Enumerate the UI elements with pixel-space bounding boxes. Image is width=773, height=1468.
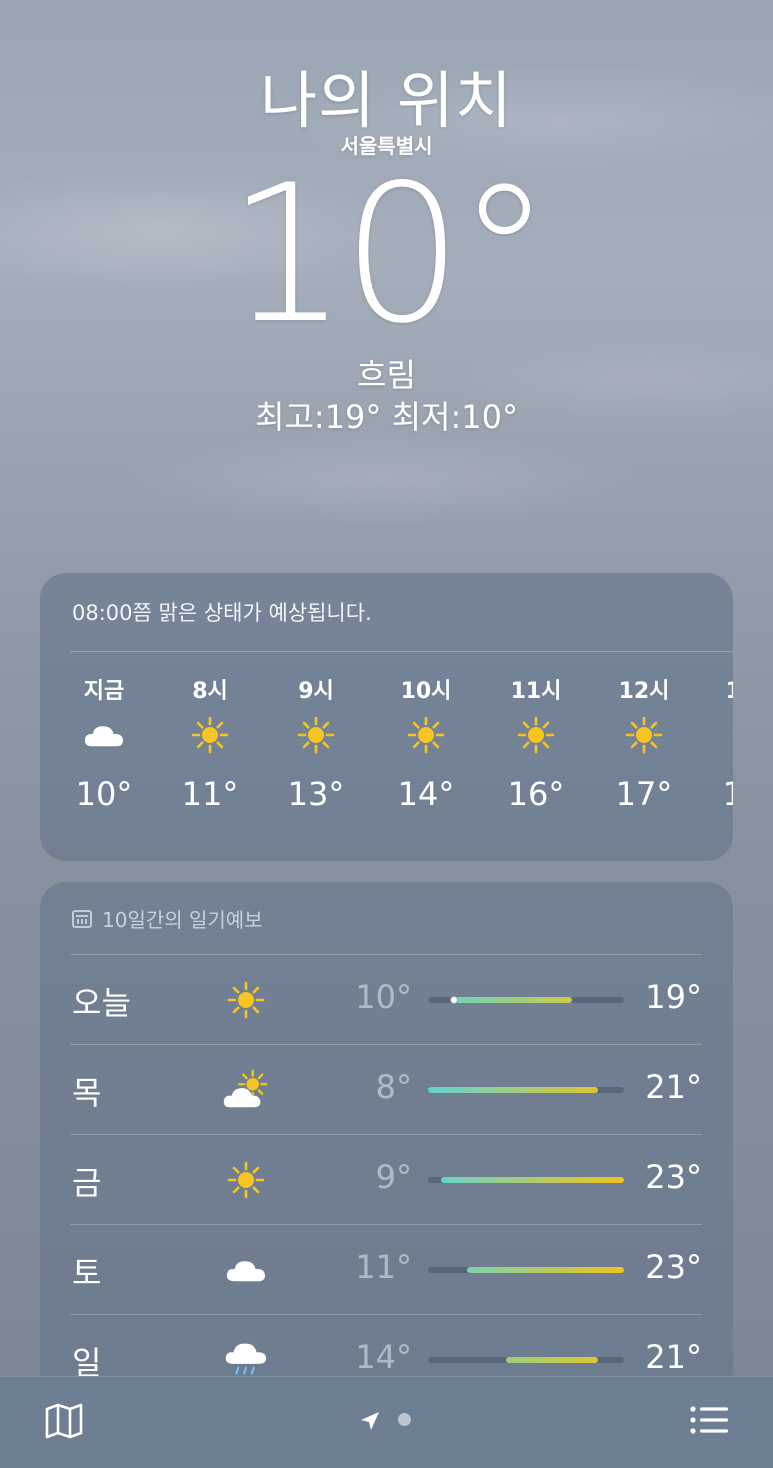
temp-range-fill: [441, 1177, 624, 1183]
ten-day-forecast-card[interactable]: 10일간의 일기예보 오늘10°19°목8°21°금9°23°토11°23°일5…: [40, 882, 733, 1422]
hourly-item: 9시 13°: [276, 673, 356, 813]
sun-icon: [276, 703, 356, 767]
sun-icon: [218, 972, 274, 1028]
hour-temperature: 13°: [287, 775, 345, 813]
hourly-item: 13시 18°: [711, 673, 733, 813]
day-low-temp: 14°: [355, 1338, 412, 1376]
map-icon[interactable]: [44, 1401, 84, 1445]
day-low-temp: 9°: [375, 1158, 412, 1196]
day-high-temp: 23°: [645, 1158, 702, 1196]
sun-icon: [386, 703, 466, 767]
cloud-icon: [64, 703, 144, 767]
hour-label: 11시: [510, 679, 562, 704]
day-name: 오늘: [72, 984, 131, 1022]
sun-icon: [496, 703, 576, 767]
sun-icon: [170, 703, 250, 767]
day-name: 토: [72, 1254, 102, 1292]
temp-range-bar: [428, 1177, 624, 1183]
cloud-icon: [218, 1242, 274, 1298]
page-indicator-dot[interactable]: [398, 1413, 411, 1426]
sun-icon: [218, 1152, 274, 1208]
day-low-temp: 10°: [355, 978, 412, 1016]
hour-label: 지금: [83, 679, 125, 704]
temp-range-bar: [428, 1267, 624, 1273]
hourly-list[interactable]: 지금 10° 8시 11° 9시 13° 10시 14° 11시 16° 12시 17° 13시 18°: [40, 673, 733, 843]
hour-label: 8시: [192, 679, 228, 704]
hourly-item: 8시 11°: [170, 673, 250, 813]
hour-label: 10시: [400, 679, 452, 704]
day-name: 금: [72, 1164, 102, 1202]
high-low-temperature: 최고:19° 최저:10°: [255, 398, 518, 436]
bottom-toolbar: [0, 1376, 773, 1468]
hourly-item: 12시 17°: [604, 673, 684, 813]
divider: [70, 651, 733, 652]
list-icon[interactable]: [690, 1405, 730, 1439]
day-high-temp: 21°: [645, 1338, 702, 1376]
location-title: 나의 위치: [260, 64, 513, 137]
hourly-forecast-card[interactable]: 08:00쯤 맑은 상태가 예상됩니다. 지금 10° 8시 11° 9시 13° 10시 1…: [40, 573, 733, 861]
hour-label: 13시: [711, 673, 733, 704]
hour-temperature: 14°: [397, 775, 455, 813]
partly-cloudy-icon: [218, 1062, 274, 1118]
daily-row[interactable]: 토 11° 23°: [70, 1224, 702, 1314]
hourly-item: 11시 16°: [496, 673, 576, 813]
current-temperature: 10°: [227, 144, 552, 365]
sun-icon: [711, 703, 733, 767]
hour-temperature: 16°: [507, 775, 565, 813]
hour-label: 9시: [298, 679, 334, 704]
calendar-icon: [72, 909, 92, 928]
hour-temperature: 18°: [722, 775, 733, 813]
hour-label: 12시: [618, 679, 670, 704]
day-low-temp: 11°: [355, 1248, 412, 1286]
hour-temperature: 11°: [181, 775, 239, 813]
hourly-summary: 08:00쯤 맑은 상태가 예상됩니다.: [72, 601, 372, 625]
daily-row[interactable]: 오늘 10° 19°: [70, 954, 702, 1044]
temp-range-bar: [428, 996, 624, 1004]
temp-range-fill: [428, 1087, 598, 1093]
hourly-item: 지금 10°: [64, 673, 144, 813]
sun-icon: [604, 703, 684, 767]
location-arrow-icon[interactable]: [359, 1410, 381, 1436]
day-high-temp: 21°: [645, 1068, 702, 1106]
hourly-item: 10시 14°: [386, 673, 466, 813]
temp-range-bar: [428, 1087, 624, 1093]
ten-day-heading: 10일간의 일기예보: [72, 904, 263, 933]
temp-range-fill: [467, 1267, 624, 1273]
temp-range-fill: [506, 1357, 598, 1363]
day-name: 목: [72, 1074, 102, 1112]
day-low-temp: 8°: [375, 1068, 412, 1106]
day-high-temp: 19°: [645, 978, 702, 1016]
daily-row[interactable]: 목 8° 21°: [70, 1044, 702, 1134]
hour-temperature: 17°: [615, 775, 673, 813]
day-high-temp: 23°: [645, 1248, 702, 1286]
temp-range-bar: [428, 1357, 624, 1363]
temp-range-fill: [454, 997, 572, 1003]
hour-temperature: 10°: [75, 775, 133, 813]
current-condition: 흐림: [357, 356, 416, 394]
daily-row[interactable]: 금 9° 23°: [70, 1134, 702, 1224]
ten-day-heading-label: 10일간의 일기예보: [102, 908, 263, 932]
